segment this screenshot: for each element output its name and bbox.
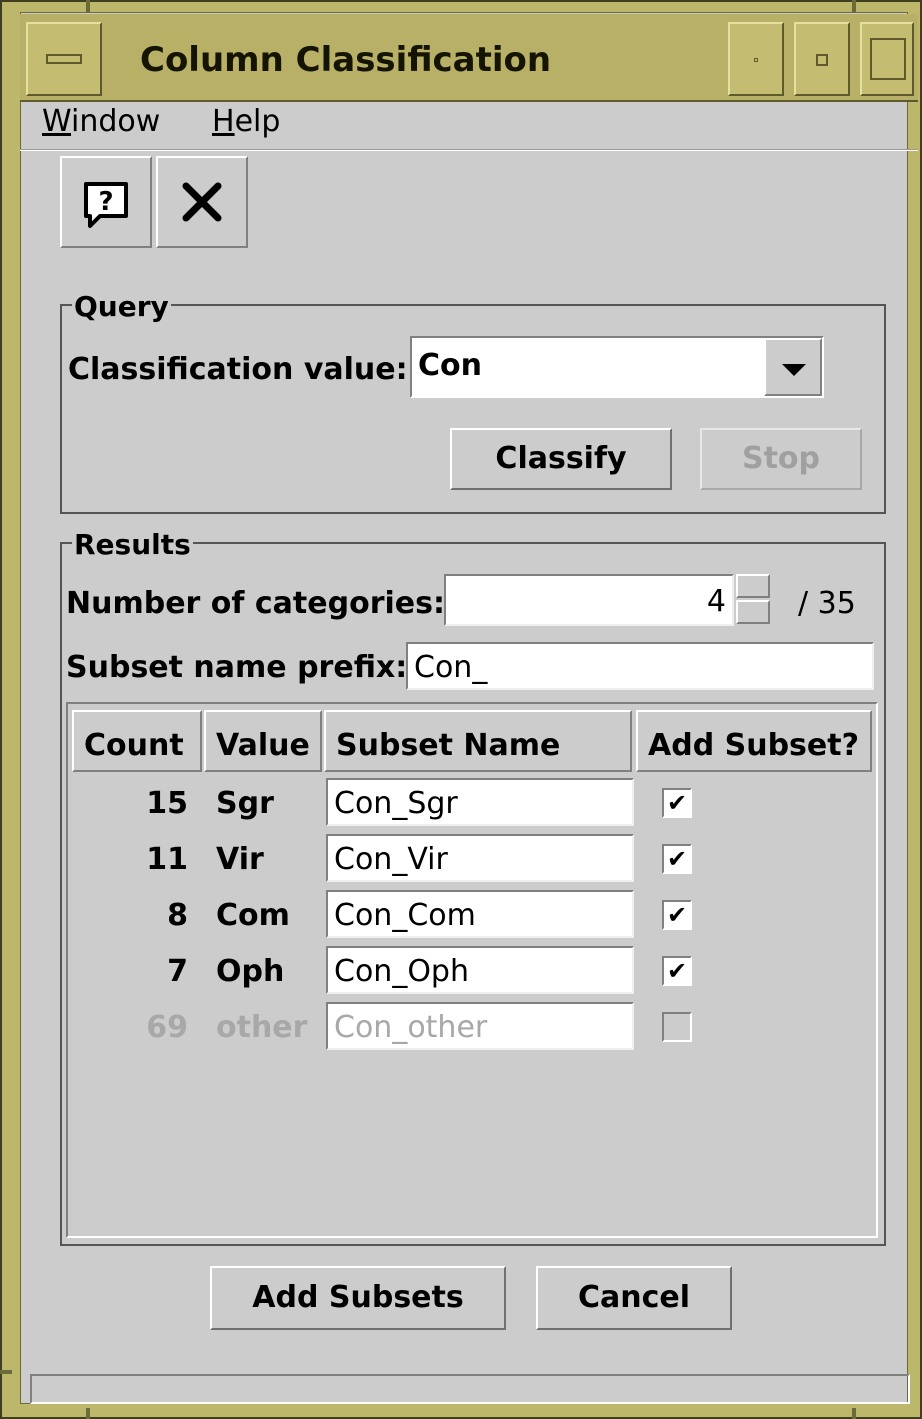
add-subset-checkbox[interactable]: ✔ — [662, 956, 692, 986]
menu-help[interactable]: Help — [212, 104, 280, 139]
query-group-title: Query — [72, 290, 171, 323]
classification-value-label: Classification value: — [68, 352, 408, 387]
frame-edge-mark — [852, 0, 856, 12]
table-cell-count: 15 — [146, 786, 188, 821]
spinner-up-button[interactable] — [736, 574, 770, 598]
table-cell-subset-name-input[interactable]: Con_Com — [326, 890, 634, 938]
menu-separator — [20, 149, 918, 151]
table-cell-value: Com — [216, 898, 290, 933]
menu-window-label: indow — [71, 104, 161, 139]
status-bar — [30, 1374, 910, 1404]
table-cell-subset-name-input[interactable]: Con_Oph — [326, 946, 634, 994]
fullscreen-button[interactable] — [860, 22, 914, 96]
classification-value-combo[interactable]: Con — [410, 336, 824, 398]
minimize-icon — [754, 58, 758, 62]
minimize-button[interactable] — [728, 22, 784, 96]
chevron-down-icon[interactable] — [764, 338, 822, 396]
title-bar[interactable]: Column Classification — [20, 14, 918, 102]
maximize-icon — [816, 54, 828, 66]
window-title: Column Classification — [140, 40, 552, 80]
help-bubble-icon: ? — [84, 182, 128, 228]
menu-window-mnemonic: W — [42, 104, 72, 139]
add-subset-checkbox[interactable]: ✔ — [662, 900, 692, 930]
classification-value-text: Con — [418, 348, 482, 383]
table-cell-count: 11 — [146, 842, 188, 877]
help-button[interactable]: ? — [60, 156, 152, 248]
table-cell-subset-name-input[interactable]: Con_Sgr — [326, 778, 634, 826]
add-subsets-button[interactable]: Add Subsets — [210, 1266, 506, 1330]
column-header-add-subset[interactable]: Add Subset? — [636, 710, 872, 772]
number-of-categories-input[interactable]: 4 — [444, 574, 734, 626]
window-menu-button[interactable] — [26, 22, 102, 96]
table-cell-count: 7 — [167, 954, 188, 989]
add-subset-checkbox[interactable]: ✔ — [662, 844, 692, 874]
subset-prefix-input[interactable]: Con_ — [406, 642, 874, 690]
menu-window[interactable]: Window — [42, 104, 160, 139]
fullscreen-icon — [870, 38, 906, 80]
table-cell-subset-name-input[interactable]: Con_other — [326, 1002, 634, 1050]
table-cell-value: other — [216, 1010, 308, 1045]
svg-text:?: ? — [98, 187, 113, 217]
table-cell-count: 8 — [167, 898, 188, 933]
stop-button[interactable]: Stop — [700, 428, 862, 490]
close-x-icon — [182, 182, 222, 222]
menu-help-mnemonic: H — [212, 104, 235, 139]
cancel-button[interactable]: Cancel — [536, 1266, 732, 1330]
categories-total: / 35 — [798, 586, 856, 621]
subset-prefix-label: Subset name prefix: — [66, 650, 408, 685]
spinner-down-button[interactable] — [736, 600, 770, 624]
add-subset-checkbox[interactable] — [662, 1012, 692, 1042]
classify-button[interactable]: Classify — [450, 428, 672, 490]
column-header-value[interactable]: Value — [204, 710, 322, 772]
frame-edge-mark — [0, 1370, 12, 1374]
menu-bar: Window Help — [20, 104, 918, 148]
window-menu-icon — [46, 54, 82, 64]
results-group-title: Results — [72, 528, 193, 561]
frame-edge-mark — [86, 1408, 90, 1419]
frame-edge-mark — [852, 1408, 856, 1419]
number-of-categories-label: Number of categories: — [66, 586, 445, 621]
menu-help-label: elp — [234, 104, 281, 139]
table-cell-value: Sgr — [216, 786, 274, 821]
close-button[interactable] — [156, 156, 248, 248]
table-cell-value: Oph — [216, 954, 285, 989]
column-header-subset-name[interactable]: Subset Name — [324, 710, 632, 772]
column-header-count[interactable]: Count — [72, 710, 202, 772]
maximize-button[interactable] — [794, 22, 850, 96]
table-cell-subset-name-input[interactable]: Con_Vir — [326, 834, 634, 882]
frame-edge-mark — [86, 0, 90, 12]
add-subset-checkbox[interactable]: ✔ — [662, 788, 692, 818]
table-cell-value: Vir — [216, 842, 264, 877]
table-cell-count: 69 — [146, 1010, 188, 1045]
